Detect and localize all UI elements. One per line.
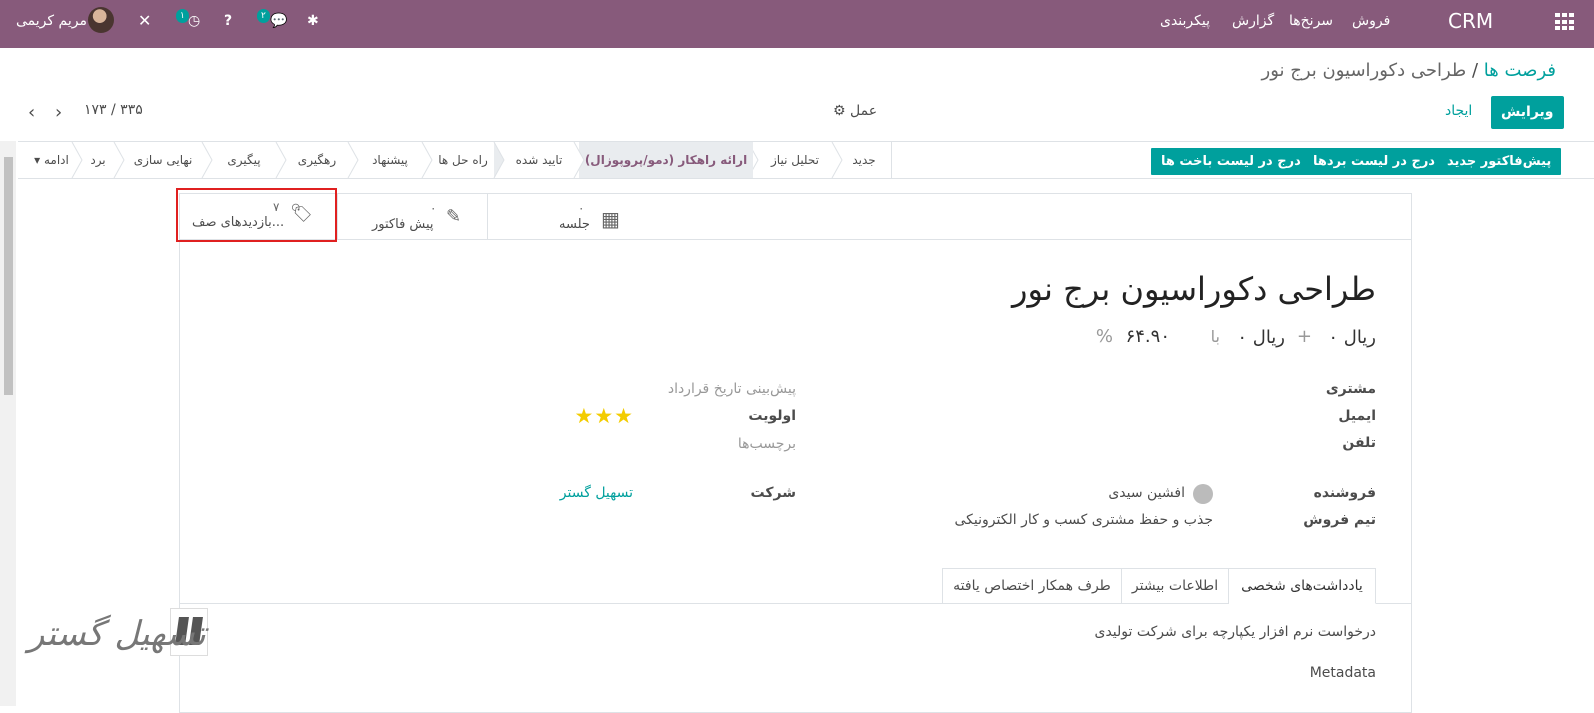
action-dropdown[interactable]: ⚙ عمل	[833, 95, 877, 128]
company-value[interactable]: تسهیل گستر	[560, 485, 633, 501]
apps-menu-icon[interactable]	[1555, 13, 1575, 31]
activity-badge: ۱	[176, 9, 189, 23]
star-icon[interactable]: ★	[614, 404, 634, 428]
pager-prev-icon[interactable]: ‹	[28, 96, 35, 129]
mark-won-button[interactable]: درج در لیست بردها	[1303, 148, 1445, 175]
form-header: پیش‌فاکتور جدید درج در لیست بردها درج در…	[18, 141, 1594, 179]
logo-text: تسهیل گستر	[28, 614, 206, 654]
salesperson-label: فروشنده	[1313, 485, 1376, 501]
plus-sign: +	[1296, 326, 1312, 347]
menu-reporting[interactable]: گزارش	[1232, 0, 1274, 48]
stage-8[interactable]: پیگیری	[207, 142, 281, 178]
stage-more-dropdown[interactable]: ▾ ادامه	[32, 142, 71, 178]
gear-icon: ⚙	[833, 103, 846, 119]
tools-icon[interactable]: ✕	[138, 0, 151, 48]
star-icon[interactable]: ★	[594, 404, 614, 428]
breadcrumb-separator: /	[1471, 60, 1479, 81]
visits-count: ۷	[273, 200, 280, 214]
menu-configuration[interactable]: پیکربندی	[1160, 0, 1210, 48]
visits-label: بازدیدهای صف...	[192, 215, 285, 230]
notes-text[interactable]: درخواست نرم افزار یکپارچه برای شرکت تولی…	[1095, 624, 1377, 640]
stage-arrow-icon	[71, 142, 83, 178]
meeting-count: ۰	[578, 201, 585, 215]
edit-button[interactable]: ویرایش	[1491, 96, 1564, 129]
quote-count: ۰	[430, 201, 437, 215]
menu-leads[interactable]: سرنخ‌ها	[1289, 0, 1333, 48]
pager-value[interactable]: ۱۷۳ / ۳۳۵	[84, 94, 143, 127]
create-button[interactable]: ایجاد	[1445, 95, 1472, 128]
quotations-smart-button[interactable]: ✎ ۰ پیش فاکتور	[337, 194, 488, 240]
scrollbar-thumb[interactable]	[4, 157, 13, 395]
calendar-icon: ▦	[601, 207, 620, 231]
activity-clock-icon[interactable]: ◷	[188, 0, 200, 48]
tags-icon: 🏷	[290, 203, 313, 224]
salesperson-value[interactable]: افشین سیدی	[1108, 485, 1185, 501]
percent-sign: %	[1095, 326, 1113, 347]
stage-4[interactable]: تایید شده	[499, 142, 579, 178]
chat-icon[interactable]: 💬	[270, 0, 287, 48]
recurring-revenue[interactable]: ۰ ریال	[1237, 327, 1285, 348]
stage-6[interactable]: پیشنهاد	[353, 142, 427, 178]
at-label: با	[1210, 327, 1220, 346]
phone-label: تلفن	[1342, 435, 1376, 451]
sales-team-label: تیم فروش	[1303, 512, 1376, 528]
stage-9[interactable]: نهایی سازی	[119, 142, 207, 178]
meetings-smart-button[interactable]: ▦ ۰ جلسه	[487, 194, 640, 240]
edit-icon: ✎	[446, 206, 462, 227]
chat-badge: ۲	[257, 9, 270, 23]
record-title[interactable]: طراحی دکوراسیون برج نور	[1012, 270, 1376, 308]
header-divider	[891, 142, 892, 178]
sales-team-value[interactable]: جذب و حفظ مشتری کسب و کار الکترونیکی	[955, 512, 1214, 528]
menu-sales[interactable]: فروش	[1352, 0, 1390, 48]
user-name[interactable]: مریم کریمی	[16, 0, 87, 48]
expected-closing-label: پیش‌بینی تاریخ قرارداد	[667, 381, 796, 397]
action-label: عمل	[850, 103, 878, 119]
stage-1[interactable]: جدید	[837, 142, 891, 178]
tab-internal-notes[interactable]: یادداشت‌های شخصی	[1228, 568, 1376, 604]
priority-label: اولویت	[748, 408, 796, 424]
pager-next-icon[interactable]: ›	[55, 96, 62, 129]
email-label: ایمیل	[1338, 408, 1376, 424]
priority-stars[interactable]: ★★★	[575, 404, 634, 428]
breadcrumb-current: طراحی دکوراسیون برج نور	[1261, 60, 1467, 81]
top-navbar: CRM فروش سرنخ‌ها گزارش پیکربندی ✱ 💬 ۲ ? …	[0, 0, 1594, 48]
stage-2[interactable]: تحلیل نیاز	[753, 142, 837, 178]
meeting-label: جلسه	[559, 217, 590, 232]
page-visits-smart-button[interactable]: 🏷 ۷ بازدیدهای صف...	[176, 188, 337, 242]
salesperson-avatar	[1193, 484, 1213, 504]
debug-icon[interactable]: ✱	[307, 0, 319, 48]
tab-assigned-partner[interactable]: طرف همکار اختصاص یافته	[942, 568, 1122, 604]
probability-value[interactable]: ۶۴.۹۰	[1126, 326, 1170, 347]
stage-7[interactable]: رهگیری	[281, 142, 353, 178]
stage-5[interactable]: راه حل ها	[427, 142, 499, 178]
metadata-label: Metadata	[1309, 665, 1376, 681]
app-name[interactable]: CRM	[1448, 0, 1493, 48]
user-avatar[interactable]	[88, 7, 114, 33]
tab-extra-info[interactable]: اطلاعات بیشتر	[1121, 568, 1229, 604]
brand-watermark: تسهیل گستر	[28, 608, 210, 666]
smart-button-box: ▦ ۰ جلسه ✎ ۰ پیش فاکتور 🏷 ۷ بازدیدهای صف…	[176, 188, 1411, 242]
customer-label: مشتری	[1325, 381, 1376, 397]
stage-3[interactable]: ارائه راهکار (دمو/پروپوزال)	[579, 142, 753, 178]
breadcrumb-parent[interactable]: فرصت ها	[1484, 60, 1556, 81]
breadcrumb: فرصت ها / طراحی دکوراسیون برج نور	[1262, 60, 1556, 81]
form-sheet: ▦ ۰ جلسه ✎ ۰ پیش فاکتور 🏷 ۷ بازدیدهای صف…	[176, 188, 1412, 713]
quote-label: پیش فاکتور	[372, 217, 434, 232]
mark-lost-button[interactable]: درج در لیست باخت ها	[1151, 148, 1311, 175]
company-label: شرکت	[750, 485, 796, 501]
star-icon[interactable]: ★	[575, 404, 595, 428]
new-quotation-button[interactable]: پیش‌فاکتور جدید	[1437, 148, 1562, 175]
expected-revenue[interactable]: ۰ ریال	[1328, 327, 1376, 348]
help-icon[interactable]: ?	[224, 0, 232, 48]
tags-label: برچسب‌ها	[737, 436, 796, 452]
page-scrollbar[interactable]	[0, 141, 16, 706]
